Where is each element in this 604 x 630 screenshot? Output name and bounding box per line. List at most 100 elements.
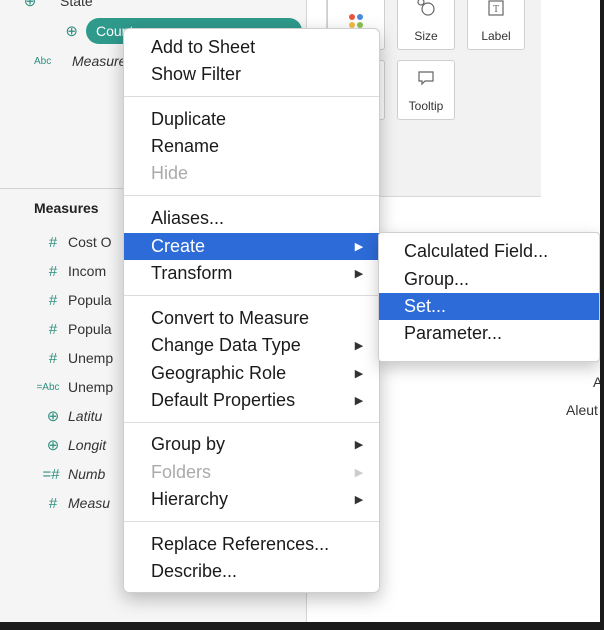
window-edge <box>0 622 604 630</box>
number-icon: # <box>48 320 58 338</box>
measure-field[interactable]: # Unemp <box>38 347 113 369</box>
number-icon: # <box>48 494 58 512</box>
measure-field[interactable]: =Abc Unemp <box>28 376 113 398</box>
submenu-arrow-icon: ▶ <box>354 395 364 407</box>
field-context-menu: Add to Sheet Show Filter Duplicate Renam… <box>123 28 380 593</box>
menu-item-label: Rename <box>151 136 220 156</box>
dimension-field-county[interactable]: ⊕ <box>0 20 86 42</box>
menu-item-group-by[interactable]: Group by ▶ <box>124 431 379 458</box>
field-name: State <box>60 0 93 9</box>
menu-item-transform[interactable]: Transform ▶ <box>124 260 379 287</box>
submenu-item-label: Set... <box>404 296 447 316</box>
menu-item-label: Create <box>151 236 206 256</box>
field-name: Popula <box>68 321 112 337</box>
menu-item-hierarchy[interactable]: Hierarchy ▶ <box>124 486 379 513</box>
submenu-arrow-icon: ▶ <box>354 241 364 253</box>
marks-tooltip-button[interactable]: Tooltip <box>397 60 455 120</box>
menu-item-label: Geographic Role <box>151 363 287 383</box>
menu-item-duplicate[interactable]: Duplicate <box>124 106 379 133</box>
menu-item-label: Change Data Type <box>151 335 301 355</box>
menu-item-rename[interactable]: Rename <box>124 133 379 160</box>
svg-text:T: T <box>493 4 499 15</box>
measure-field[interactable]: # Popula <box>38 318 112 340</box>
label-label: Label <box>481 29 511 43</box>
menu-item-show-filter[interactable]: Show Filter <box>124 61 379 88</box>
measure-field[interactable]: # Measu <box>38 492 110 514</box>
field-name: Popula <box>68 292 112 308</box>
menu-item-folders[interactable]: Folders ▶ <box>124 459 379 486</box>
menu-item-convert-to-measure[interactable]: Convert to Measure <box>124 305 379 332</box>
menu-item-hide[interactable]: Hide <box>124 160 379 187</box>
menu-item-label: Duplicate <box>151 109 227 129</box>
menu-separator <box>124 521 379 522</box>
field-name: Cost O <box>68 234 112 250</box>
submenu-arrow-icon: ▶ <box>354 368 364 380</box>
menu-item-label: Hide <box>151 163 189 183</box>
menu-separator <box>124 422 379 423</box>
submenu-item-calculated-field[interactable]: Calculated Field... <box>379 238 599 265</box>
menu-item-default-properties[interactable]: Default Properties ▶ <box>124 387 379 414</box>
view-text-a: A <box>593 374 600 390</box>
abc-icon: Abc <box>34 55 52 67</box>
menu-separator <box>124 295 379 296</box>
menu-separator <box>124 195 379 196</box>
field-name: Unemp <box>68 350 114 366</box>
menu-separator <box>124 96 379 97</box>
submenu-arrow-icon: ▶ <box>354 467 364 479</box>
number-icon: # <box>48 233 58 251</box>
submenu-item-set[interactable]: Set... <box>379 293 599 320</box>
text-label-icon: T <box>487 0 505 21</box>
field-name: Latitu <box>68 408 103 424</box>
menu-item-describe[interactable]: Describe... <box>124 558 379 585</box>
measure-field[interactable]: # Incom <box>38 260 106 282</box>
menu-item-label: Hierarchy <box>151 489 229 509</box>
measure-field[interactable]: ⊕ Latitu <box>38 405 103 427</box>
tooltip-icon <box>416 69 436 91</box>
menu-item-label: Default Properties <box>151 390 296 410</box>
submenu-arrow-icon: ▶ <box>354 340 364 352</box>
size-label: Size <box>414 29 438 43</box>
marks-size-button[interactable]: Size <box>397 0 455 50</box>
marks-label-button[interactable]: T Label <box>467 0 525 50</box>
measure-field[interactable]: # Popula <box>38 289 112 311</box>
submenu-item-label: Group... <box>404 269 470 289</box>
menu-item-aliases[interactable]: Aliases... <box>124 205 379 232</box>
number-icon: # <box>48 291 58 309</box>
measure-field[interactable]: # Cost O <box>38 231 112 253</box>
menu-item-label: Describe... <box>151 561 238 581</box>
submenu-item-label: Parameter... <box>404 323 503 343</box>
size-icon <box>415 0 437 21</box>
field-name: Longit <box>68 437 107 453</box>
menu-item-replace-references[interactable]: Replace References... <box>124 531 379 558</box>
number-icon: # <box>48 349 58 367</box>
dimension-field-state[interactable]: ⊕ State <box>0 0 93 12</box>
submenu-item-group[interactable]: Group... <box>379 266 599 293</box>
submenu-item-label: Calculated Field... <box>404 241 549 261</box>
calculated-number-icon: =# <box>42 465 60 483</box>
menu-item-change-data-type[interactable]: Change Data Type ▶ <box>124 332 379 359</box>
tooltip-label: Tooltip <box>408 99 444 113</box>
menu-item-create[interactable]: Create ▶ <box>124 233 379 260</box>
menu-item-label: Folders <box>151 462 212 482</box>
globe-icon: ⊕ <box>65 23 78 40</box>
tableau-window: ⊕ State ⊕ County Abc Measure Names Measu… <box>0 0 600 630</box>
submenu-item-parameter[interactable]: Parameter... <box>379 320 599 347</box>
menu-item-add-to-sheet[interactable]: Add to Sheet <box>124 34 379 61</box>
globe-icon: ⊕ <box>46 408 60 425</box>
field-name: Incom <box>68 263 107 279</box>
menu-item-geographic-role[interactable]: Geographic Role ▶ <box>124 360 379 387</box>
measures-heading: Measures <box>34 200 99 216</box>
menu-item-label: Aliases... <box>151 208 225 228</box>
menu-item-label: Show Filter <box>151 64 242 84</box>
field-name: Unemp <box>68 379 114 395</box>
globe-icon: ⊕ <box>46 437 60 454</box>
calculated-string-icon: =Abc <box>36 381 60 393</box>
submenu-arrow-icon: ▶ <box>354 439 364 451</box>
measure-field[interactable]: =# Numb <box>34 463 105 485</box>
view-text-aleut: Aleut <box>566 402 598 418</box>
menu-item-label: Add to Sheet <box>151 37 256 57</box>
measure-field[interactable]: ⊕ Longit <box>38 434 106 456</box>
menu-item-label: Transform <box>151 263 233 283</box>
menu-item-label: Replace References... <box>151 534 330 554</box>
globe-icon: ⊕ <box>23 0 37 10</box>
